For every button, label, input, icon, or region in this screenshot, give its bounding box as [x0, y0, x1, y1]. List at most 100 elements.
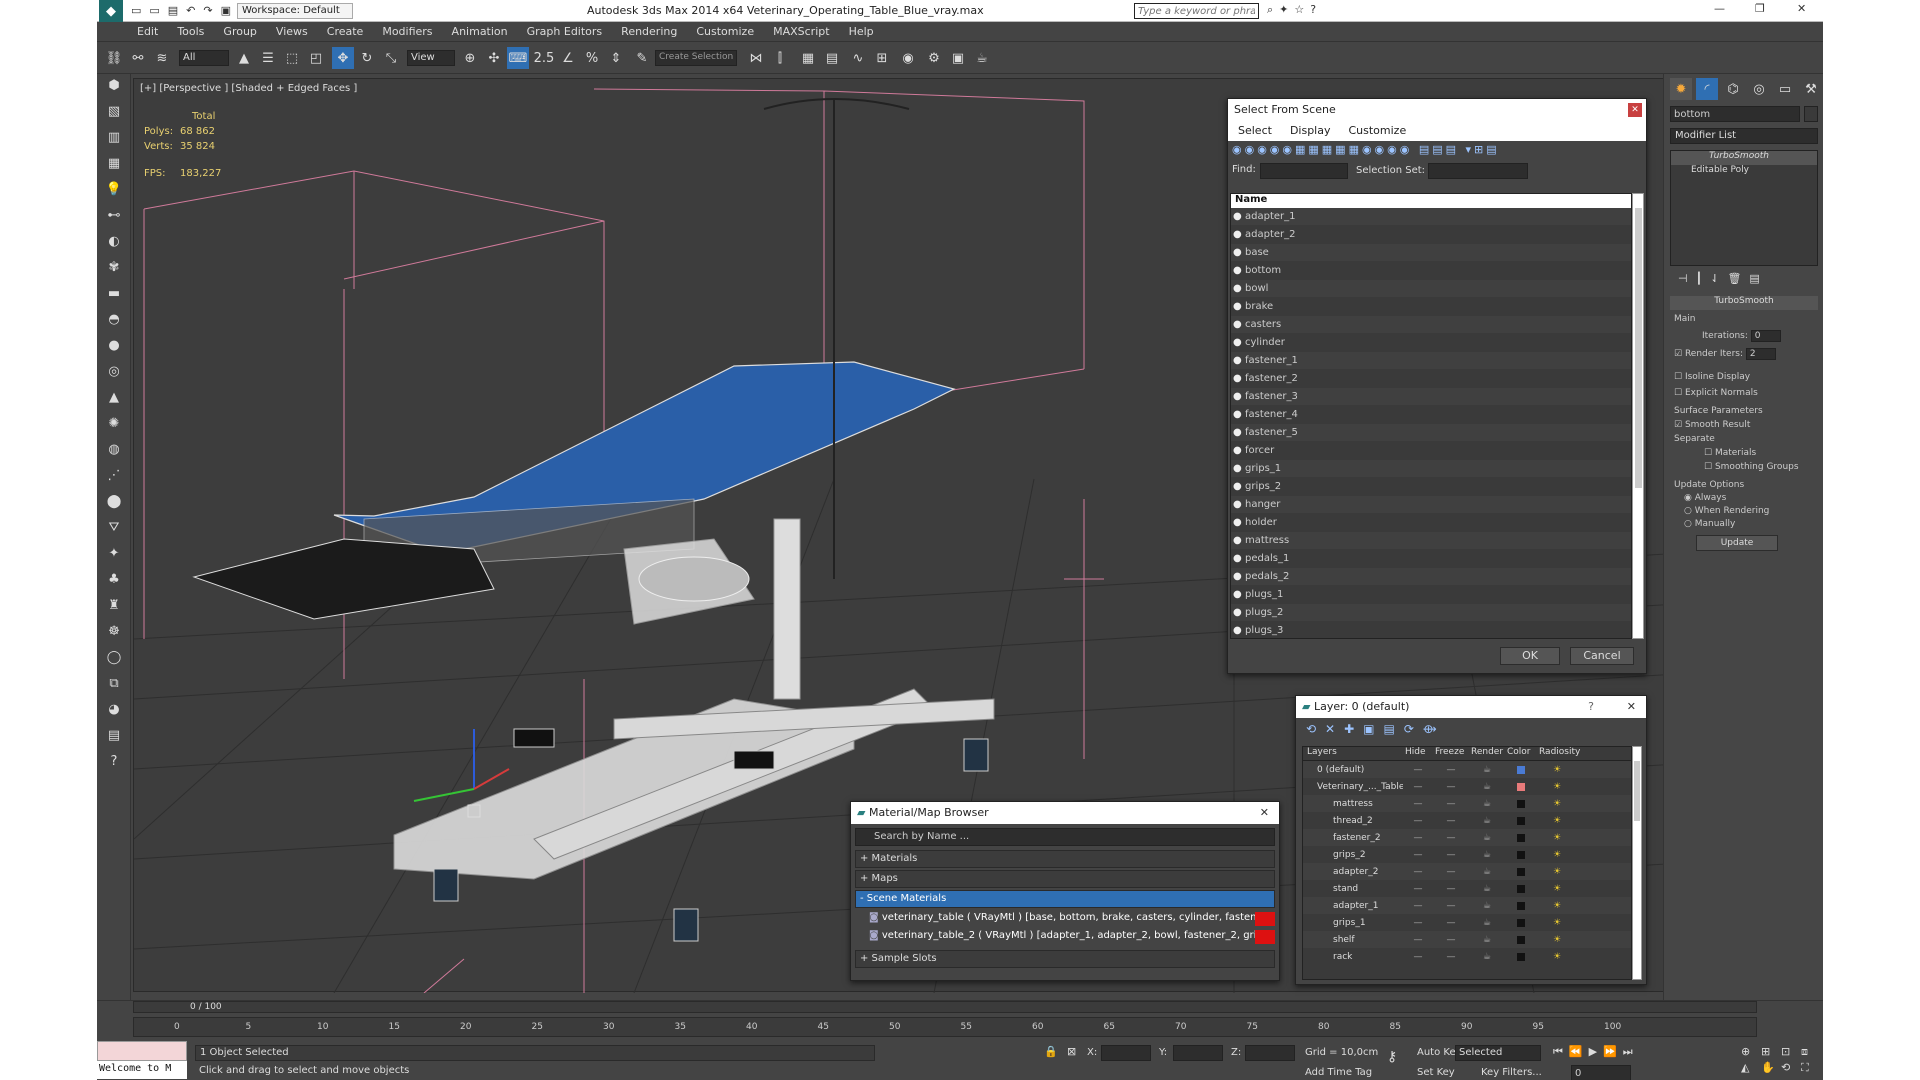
tool-icon-23[interactable]: ◯: [103, 646, 125, 668]
layer-color-swatch[interactable]: [1517, 901, 1525, 910]
layer-hide-toggle[interactable]: —: [1403, 918, 1433, 928]
zoom-all-icon[interactable]: ⊞: [1761, 1045, 1779, 1059]
layer-render-toggle[interactable]: ☕: [1469, 901, 1505, 911]
scene-materials-section[interactable]: - Scene Materials: [855, 890, 1275, 908]
key-mode-icon[interactable]: ⚷: [1387, 1049, 1397, 1065]
show-end-result-icon[interactable]: ┃: [1696, 272, 1703, 285]
layer-column-hide[interactable]: Hide: [1403, 747, 1433, 760]
layer-row[interactable]: thread_2— — ☕ ☀: [1303, 812, 1631, 829]
infocenter-icons[interactable]: ⌕✦☆?: [1267, 3, 1322, 17]
maxscript-listener[interactable]: [97, 1041, 187, 1061]
select-scene-titlebar[interactable]: Select From Scene ✕: [1228, 99, 1646, 121]
modify-tab-icon[interactable]: ◜: [1696, 78, 1718, 100]
menu-animation[interactable]: Animation: [452, 25, 508, 38]
pivot-center-icon[interactable]: ⊕: [459, 47, 481, 69]
layer-radiosity-icon[interactable]: ☀: [1537, 850, 1577, 860]
scene-object-row[interactable]: ● fastener_4: [1231, 406, 1631, 424]
link-icon[interactable]: ⛓: [103, 47, 125, 69]
material-search-bar[interactable]: Search by Name ...: [855, 828, 1275, 846]
selection-set-dropdown[interactable]: [1428, 163, 1528, 179]
layer-color-swatch[interactable]: [1517, 918, 1525, 927]
select-scene-close-button[interactable]: ✕: [1628, 103, 1642, 117]
scale-icon[interactable]: ⤡: [380, 47, 402, 69]
layer-freeze-toggle[interactable]: —: [1433, 850, 1469, 860]
layer-freeze-toggle[interactable]: —: [1433, 816, 1469, 826]
layer-row[interactable]: shelf — — ☕ ☀: [1303, 931, 1631, 948]
maximize-button[interactable]: ❐: [1755, 2, 1765, 15]
layer-render-toggle[interactable]: ☕: [1469, 918, 1505, 928]
smooth-result-checkbox[interactable]: ☑: [1674, 420, 1682, 430]
tool-icon-25[interactable]: ◕: [103, 698, 125, 720]
align-icon[interactable]: ⫿: [769, 47, 791, 69]
layer-hide-toggle[interactable]: —: [1403, 782, 1433, 792]
layer-radiosity-icon[interactable]: ☀: [1537, 867, 1577, 877]
tool-icon-8[interactable]: ✾: [103, 256, 125, 278]
layer-hide-toggle[interactable]: —: [1403, 850, 1433, 860]
tool-icon-20[interactable]: ♣: [103, 568, 125, 590]
sample-slots-section[interactable]: + Sample Slots: [855, 950, 1275, 968]
layer-hide-toggle[interactable]: —: [1403, 884, 1433, 894]
maps-section[interactable]: + Maps: [855, 870, 1275, 888]
layer-radiosity-icon[interactable]: ☀: [1537, 901, 1577, 911]
layer-freeze-toggle[interactable]: —: [1433, 765, 1469, 775]
timeline-track[interactable]: 0 5 10 15 20 25 30 35 40 45 50 55 60 65 70 75 80 85 90 95 10…: [133, 1017, 1757, 1037]
layer-row[interactable]: Veterinary_..._Table — — ☕ ☀: [1303, 778, 1631, 795]
layer-color-swatch[interactable]: [1517, 833, 1525, 842]
welcome-text[interactable]: Welcome to M: [97, 1061, 187, 1079]
select-manipulate-icon[interactable]: ✣: [483, 47, 505, 69]
layer-hide-toggle[interactable]: —: [1403, 867, 1433, 877]
isoline-checkbox[interactable]: ☐: [1674, 372, 1682, 382]
layer-render-toggle[interactable]: ☕: [1469, 867, 1505, 877]
tool-icon-22[interactable]: ☸: [103, 620, 125, 642]
menu-rendering[interactable]: Rendering: [621, 25, 677, 38]
layer-freeze-toggle[interactable]: —: [1433, 918, 1469, 928]
ok-button[interactable]: OK: [1500, 647, 1560, 665]
spinner-snap-icon[interactable]: ⇕: [605, 47, 627, 69]
torus-icon[interactable]: ◎: [103, 360, 125, 382]
layer-hide-toggle[interactable]: —: [1403, 935, 1433, 945]
layer-hide-toggle[interactable]: —: [1403, 833, 1433, 843]
tool-icon-17[interactable]: ⬤: [103, 490, 125, 512]
layer-column-render[interactable]: Render: [1469, 747, 1505, 760]
fov-icon[interactable]: ◭: [1741, 1061, 1759, 1075]
layer-hide-toggle[interactable]: —: [1403, 816, 1433, 826]
layer-color-swatch[interactable]: [1517, 952, 1525, 961]
pin-stack-icon[interactable]: ⊣: [1678, 272, 1688, 285]
ribbon-icon[interactable]: ▤: [821, 47, 843, 69]
scene-material-item[interactable]: ◙ veterinary_table ( VRayMtl ) [base, bo…: [865, 910, 1275, 928]
layer-render-toggle[interactable]: ☕: [1469, 833, 1505, 843]
tool-icon-1[interactable]: ⬢: [103, 74, 125, 96]
reference-coordinate-dropdown[interactable]: View: [407, 50, 455, 66]
layer-close-button[interactable]: ✕: [1627, 700, 1636, 713]
layer-hide-toggle[interactable]: —: [1403, 799, 1433, 809]
layer-color-swatch[interactable]: [1517, 867, 1525, 876]
layer-radiosity-icon[interactable]: ☀: [1537, 884, 1577, 894]
scene-object-row[interactable]: ● base: [1231, 244, 1631, 262]
stack-item-editable-poly[interactable]: Editable Poly: [1671, 165, 1817, 179]
menu-graph-editors[interactable]: Graph Editors: [527, 25, 603, 38]
layer-help-button[interactable]: ?: [1588, 700, 1594, 713]
percent-snap-icon[interactable]: %: [581, 47, 603, 69]
update-rendering-radio[interactable]: ○: [1684, 506, 1692, 516]
menu-customize[interactable]: Customize: [696, 25, 754, 38]
keyboard-shortcut-icon[interactable]: ⌨: [507, 47, 529, 69]
layer-row[interactable]: 0 (default) — — ☕ ☀: [1303, 761, 1631, 778]
scene-object-row[interactable]: ● fastener_5: [1231, 424, 1631, 442]
lock-selection-icon[interactable]: 🔒: [1044, 1045, 1058, 1058]
scene-object-row[interactable]: ● hanger: [1231, 496, 1631, 514]
tool-icon-21[interactable]: ♜: [103, 594, 125, 616]
scene-object-row[interactable]: ● brake: [1231, 298, 1631, 316]
disk-icon[interactable]: ◍: [103, 438, 125, 460]
rect-selection-icon[interactable]: ⬚: [281, 47, 303, 69]
make-unique-icon[interactable]: ⇃: [1710, 272, 1719, 285]
find-input[interactable]: [1260, 163, 1348, 179]
layer-manager-icon[interactable]: ▦: [797, 47, 819, 69]
layer-radiosity-icon[interactable]: ☀: [1537, 918, 1577, 928]
tool-icon-7[interactable]: ◐: [103, 230, 125, 252]
layer-hide-toggle[interactable]: —: [1403, 901, 1433, 911]
scene-object-row[interactable]: ● forcer: [1231, 442, 1631, 460]
cone-icon[interactable]: ▲: [103, 386, 125, 408]
layer-row[interactable]: stand — — ☕ ☀: [1303, 880, 1631, 897]
layer-freeze-toggle[interactable]: —: [1433, 833, 1469, 843]
layer-radiosity-icon[interactable]: ☀: [1537, 782, 1577, 792]
